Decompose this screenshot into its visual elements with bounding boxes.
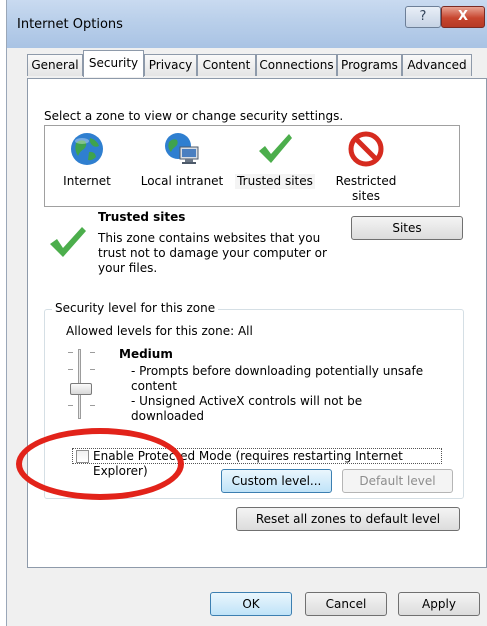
slider-tick	[90, 352, 95, 353]
apply-button[interactable]: Apply	[398, 592, 480, 616]
default-level-button: Default level	[342, 469, 453, 493]
tab-general[interactable]: General	[27, 54, 83, 76]
zone-internet[interactable]: Internet	[57, 130, 117, 204]
slider-tick	[68, 369, 73, 370]
checkmark-icon	[50, 227, 86, 257]
tab-privacy[interactable]: Privacy	[144, 54, 197, 76]
security-tab-panel: Select a zone to view or change security…	[27, 78, 487, 568]
zone-local-intranet[interactable]: Local intranet	[127, 130, 237, 204]
ok-button[interactable]: OK	[210, 592, 292, 616]
checkmark-icon	[259, 134, 292, 163]
tab-content[interactable]: Content	[197, 54, 256, 76]
protected-mode-option[interactable]: Enable Protected Mode (requires restarti…	[72, 448, 442, 478]
globe-icon	[71, 133, 103, 165]
cancel-button[interactable]: Cancel	[305, 592, 387, 616]
selected-zone-description: This zone contains websites that you tru…	[98, 231, 327, 275]
custom-level-button[interactable]: Custom level...	[221, 469, 332, 493]
slider-tick	[68, 405, 73, 406]
window-title: Internet Options	[17, 17, 123, 32]
tab-programs[interactable]: Programs	[337, 54, 402, 76]
security-level-name: Medium	[119, 347, 173, 361]
sites-button[interactable]: Sites	[351, 216, 463, 240]
help-button[interactable]: ?	[405, 6, 441, 28]
protected-mode-checkbox[interactable]	[76, 450, 89, 463]
zone-restricted-sites[interactable]: Restricted sites	[330, 130, 402, 204]
selected-zone-title: Trusted sites	[98, 210, 186, 224]
internet-options-dialog: Internet Options ? X General Security Pr…	[6, 0, 487, 626]
slider-tick	[90, 405, 95, 406]
tab-advanced[interactable]: Advanced	[402, 54, 472, 76]
allowed-levels-text: Allowed levels for this zone: All	[66, 324, 253, 338]
reset-all-zones-button[interactable]: Reset all zones to default level	[236, 507, 460, 531]
restricted-icon	[348, 131, 384, 167]
intranet-icon	[165, 133, 199, 164]
zone-list: Internet Local intranet Trusted sites Re…	[44, 125, 460, 207]
zone-trusted-sites[interactable]: Trusted sites	[235, 130, 315, 204]
level-bullet: - Prompts before downloading potentially…	[131, 364, 424, 393]
zone-label: Internet	[63, 174, 111, 188]
tab-strip: General Security Privacy Content Connect…	[7, 48, 487, 78]
zone-label: Restricted sites	[335, 174, 397, 203]
slider-thumb[interactable]	[70, 383, 92, 395]
zone-prompt-text: Select a zone to view or change security…	[44, 109, 344, 123]
tab-connections[interactable]: Connections	[256, 54, 337, 76]
close-button[interactable]: X	[441, 6, 485, 28]
level-bullet: - Unsigned ActiveX controls will not be …	[131, 394, 363, 423]
slider-tick	[68, 352, 73, 353]
slider-tick	[90, 369, 95, 370]
zone-label: Local intranet	[140, 174, 224, 188]
tab-security[interactable]: Security	[83, 50, 144, 77]
security-level-description: - Prompts before downloading potentially…	[131, 364, 431, 424]
security-level-group-label: Security level for this zone	[52, 301, 219, 315]
title-bar: Internet Options ? X	[7, 0, 487, 48]
zone-label: Trusted sites	[235, 174, 315, 189]
